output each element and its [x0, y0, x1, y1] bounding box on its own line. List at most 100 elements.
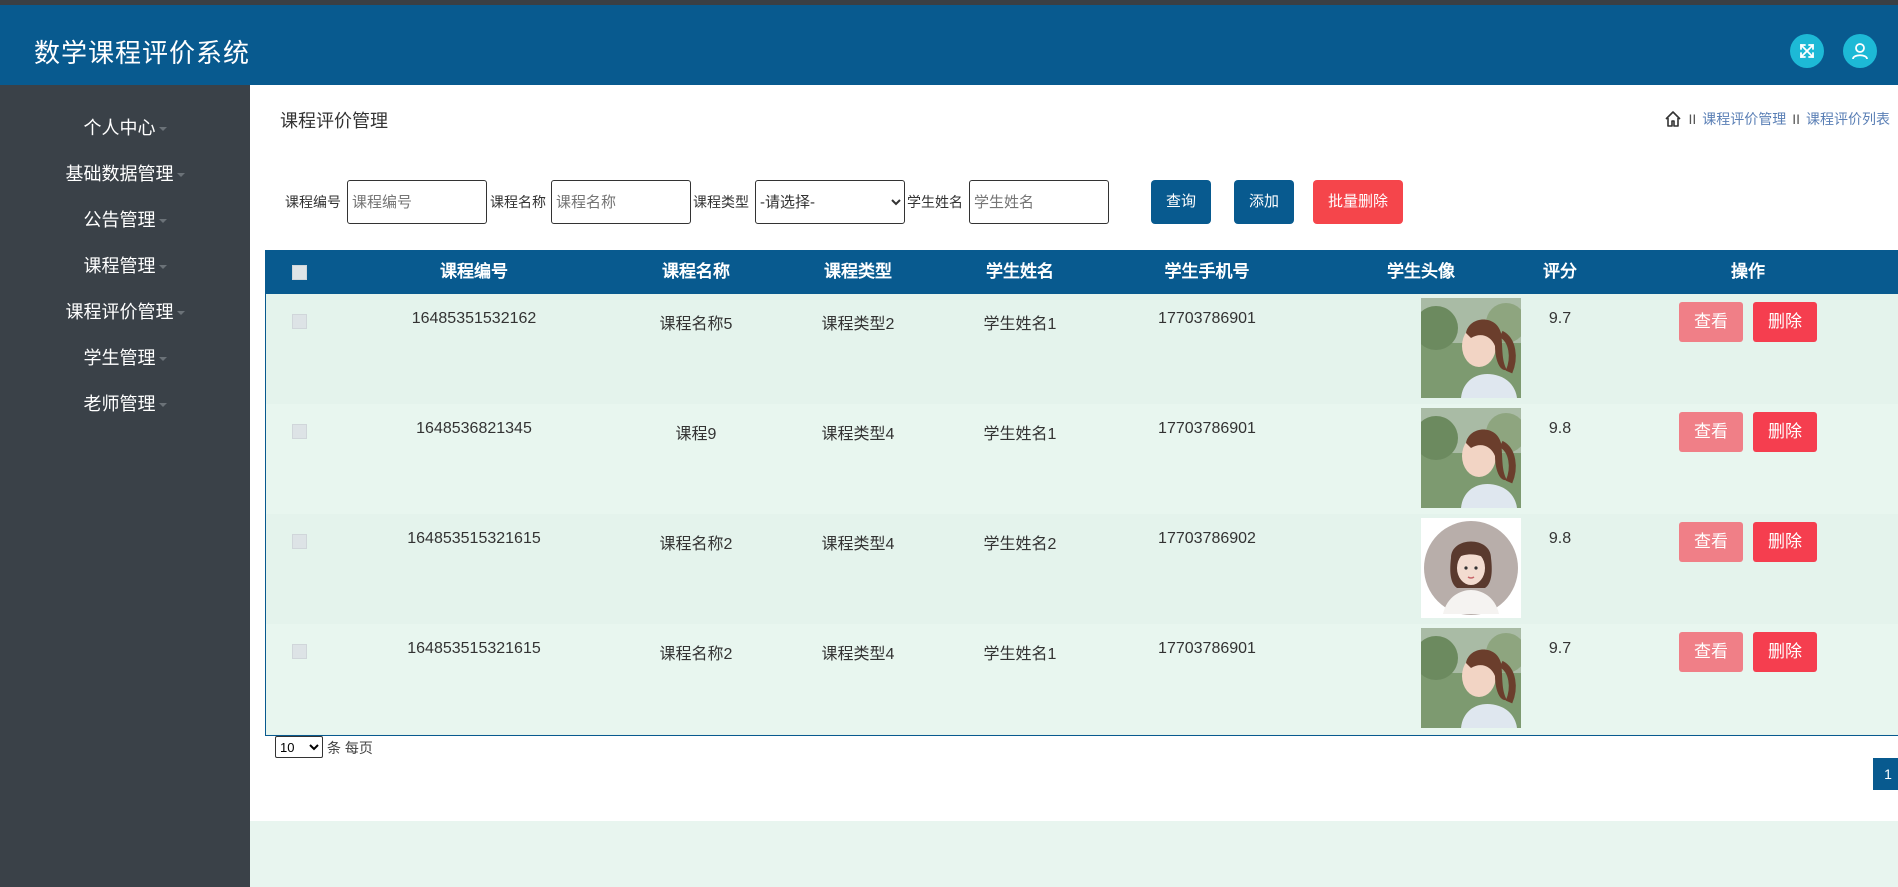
caret-down-icon — [158, 127, 167, 132]
column-header-student-name: 学生姓名 — [986, 262, 1054, 282]
batch-delete-button[interactable]: 批量删除 — [1313, 180, 1403, 224]
app-header: 数学课程评价系统 — [0, 5, 1898, 85]
cell-phone: 17703786901 — [1158, 420, 1256, 437]
sidebar-item-label: 老师管理 — [83, 394, 156, 414]
cell-score: 9.7 — [1548, 310, 1572, 327]
row-checkbox[interactable] — [292, 314, 307, 329]
course-name-input[interactable] — [551, 180, 691, 224]
caret-down-icon — [158, 403, 167, 408]
breadcrumb-item[interactable]: 课程评价列表 — [1806, 109, 1890, 129]
course-name-label: 课程名称 — [490, 194, 546, 210]
page-size-select[interactable]: 10 — [275, 736, 323, 758]
student-avatar-image — [1421, 408, 1521, 508]
sidebar-item-label: 个人中心 — [83, 118, 156, 138]
select-all-checkbox[interactable] — [292, 265, 307, 280]
cell-course-name: 课程名称5 — [659, 316, 733, 333]
sidebar-item-label: 公告管理 — [83, 210, 156, 230]
page-title: 课程评价管理 — [280, 111, 388, 131]
cell-student-name: 学生姓名1 — [983, 426, 1057, 443]
delete-button[interactable]: 删除 — [1753, 632, 1817, 672]
breadcrumb-separator: II — [1792, 111, 1800, 127]
cell-course-no: 164853515321615 — [407, 640, 541, 657]
view-button[interactable]: 查看 — [1679, 302, 1743, 342]
main-content: 课程评价管理 II 课程评价管理 II 课程评价列表 课程编号 课程名称 课程类… — [250, 85, 1898, 821]
column-header-course-no: 课程编号 — [440, 262, 508, 282]
sidebar-item-notice[interactable]: 公告管理 — [0, 200, 250, 240]
view-button[interactable]: 查看 — [1679, 632, 1743, 672]
sidebar-item-student[interactable]: 学生管理 — [0, 338, 250, 378]
student-name-input[interactable] — [969, 180, 1109, 224]
sidebar-item-course-evaluation[interactable]: 课程评价管理 — [0, 292, 250, 332]
caret-down-icon — [158, 357, 167, 362]
table-row: 164853515321615 课程名称2 课程类型4 学生姓名2 177037… — [266, 514, 1898, 624]
column-header-avatar: 学生头像 — [1387, 262, 1455, 282]
cell-score: 9.8 — [1548, 420, 1572, 437]
row-checkbox[interactable] — [292, 424, 307, 439]
cell-course-type: 课程类型4 — [821, 536, 895, 553]
course-type-label: 课程类型 — [693, 194, 749, 210]
course-no-input[interactable] — [347, 180, 487, 224]
cell-student-name: 学生姓名1 — [983, 316, 1057, 333]
fullscreen-button[interactable] — [1790, 34, 1824, 68]
student-avatar-image — [1421, 518, 1521, 618]
cell-course-no: 1648536821345 — [416, 420, 532, 437]
student-name-label: 学生姓名 — [907, 194, 963, 210]
course-no-label: 课程编号 — [285, 194, 341, 210]
page-number-button[interactable]: 1 — [1873, 758, 1898, 790]
delete-button[interactable]: 删除 — [1753, 412, 1817, 452]
delete-button[interactable]: 删除 — [1753, 522, 1817, 562]
cell-course-no: 16485351532162 — [411, 310, 537, 327]
cell-course-type: 课程类型2 — [821, 316, 895, 333]
breadcrumb-item[interactable]: 课程评价管理 — [1702, 109, 1786, 129]
row-checkbox[interactable] — [292, 534, 307, 549]
row-checkbox[interactable] — [292, 644, 307, 659]
cell-score: 9.7 — [1548, 640, 1572, 657]
query-button[interactable]: 查询 — [1151, 180, 1211, 224]
cell-course-type: 课程类型4 — [821, 426, 895, 443]
cell-course-type: 课程类型4 — [821, 646, 895, 663]
sidebar-item-personal-center[interactable]: 个人中心 — [0, 108, 250, 148]
user-icon — [1852, 43, 1868, 60]
user-menu-button[interactable] — [1843, 34, 1877, 68]
view-button[interactable]: 查看 — [1679, 522, 1743, 562]
cell-student-name: 学生姓名2 — [983, 536, 1057, 553]
caret-down-icon — [158, 265, 167, 270]
caret-down-icon — [158, 219, 167, 224]
course-type-select[interactable]: -请选择- — [755, 180, 905, 224]
breadcrumb: II 课程评价管理 II 课程评价列表 — [1664, 109, 1890, 129]
table-header: 课程编号 课程名称 课程类型 学生姓名 学生手机号 学生头像 评分 操作 — [266, 251, 1898, 294]
student-avatar-image — [1421, 628, 1521, 728]
column-header-course-name: 课程名称 — [662, 262, 730, 282]
cell-phone: 17703786901 — [1158, 640, 1256, 657]
table-row: 164853515321615 课程名称2 课程类型4 学生姓名1 177037… — [266, 624, 1898, 734]
caret-down-icon — [176, 173, 185, 178]
column-header-course-type: 课程类型 — [824, 262, 892, 282]
table-row: 16485351532162 课程名称5 课程类型2 学生姓名1 1770378… — [266, 294, 1898, 404]
table-row: 1648536821345 课程9 课程类型4 学生姓名1 1770378690… — [266, 404, 1898, 514]
home-icon[interactable] — [1664, 110, 1682, 128]
sidebar: 个人中心 基础数据管理 公告管理 课程管理 课程评价管理 学生管理 老师管理 — [0, 85, 250, 887]
sidebar-item-course[interactable]: 课程管理 — [0, 246, 250, 286]
page-size-label: 条 每页 — [327, 740, 373, 756]
evaluation-table: 课程编号 课程名称 课程类型 学生姓名 学生手机号 学生头像 评分 操作 164… — [265, 250, 1898, 736]
cell-phone: 17703786902 — [1158, 530, 1256, 547]
sidebar-item-label: 基础数据管理 — [65, 164, 174, 184]
column-header-score: 评分 — [1543, 262, 1577, 282]
sidebar-item-label: 课程评价管理 — [65, 302, 174, 322]
view-button[interactable]: 查看 — [1679, 412, 1743, 452]
sidebar-item-base-data[interactable]: 基础数据管理 — [0, 154, 250, 194]
cell-phone: 17703786901 — [1158, 310, 1256, 327]
caret-down-icon — [176, 311, 185, 316]
cell-course-name: 课程名称2 — [659, 536, 733, 553]
expand-icon — [1800, 44, 1814, 58]
breadcrumb-separator: II — [1688, 111, 1697, 127]
delete-button[interactable]: 删除 — [1753, 302, 1817, 342]
sidebar-item-teacher[interactable]: 老师管理 — [0, 384, 250, 424]
cell-course-no: 164853515321615 — [407, 530, 541, 547]
cell-student-name: 学生姓名1 — [983, 646, 1057, 663]
sidebar-item-label: 学生管理 — [83, 348, 156, 368]
column-header-actions: 操作 — [1731, 262, 1765, 282]
cell-course-name: 课程名称2 — [659, 646, 733, 663]
sidebar-item-label: 课程管理 — [83, 256, 156, 276]
add-button[interactable]: 添加 — [1234, 180, 1294, 224]
